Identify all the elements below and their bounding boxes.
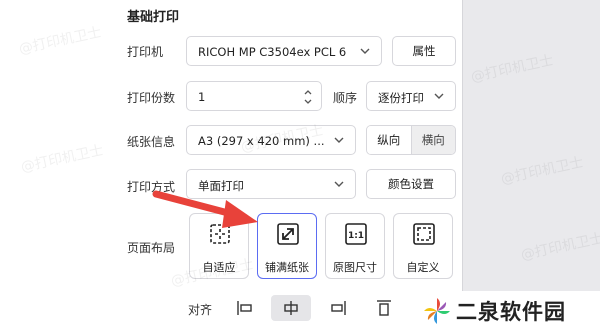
orientation-toggle: 纵向 横向 xyxy=(366,125,456,155)
align-right-button[interactable] xyxy=(318,295,358,321)
paper-value: A3 (297 x 420 mm) ... xyxy=(198,134,325,148)
brand-logo: 二泉软件园 xyxy=(413,291,600,332)
pinwheel-logo-icon xyxy=(424,298,450,324)
order-select[interactable]: 逐份打印 xyxy=(366,81,456,111)
layout-custom-label: 自定义 xyxy=(406,261,440,274)
chevron-down-icon xyxy=(434,93,444,99)
align-top-icon xyxy=(377,300,391,316)
paper-select[interactable]: A3 (297 x 420 mm) ... xyxy=(186,125,356,155)
svg-text:1:1: 1:1 xyxy=(348,231,364,241)
align-top-button[interactable] xyxy=(364,295,404,321)
watermark: @打印机卫士 xyxy=(469,52,555,86)
align-center-icon xyxy=(284,301,298,315)
watermark: @打印机卫士 xyxy=(519,230,600,264)
fill-paper-icon xyxy=(277,223,299,245)
chevron-down-icon xyxy=(334,181,344,187)
panel-divider xyxy=(462,0,463,332)
layout-custom-card[interactable]: 自定义 xyxy=(393,213,453,279)
brand-name: 二泉软件园 xyxy=(456,300,566,324)
layout-fill-paper-card[interactable]: 铺满纸张 xyxy=(257,213,317,279)
align-label: 对齐 xyxy=(188,303,213,317)
copies-input[interactable]: 1 xyxy=(186,81,322,111)
chevron-down-icon xyxy=(360,48,370,54)
copies-label: 打印份数 xyxy=(127,91,176,105)
printer-select[interactable]: RICOH MP C3504ex PCL 6 xyxy=(186,36,382,66)
original-size-icon: 1:1 xyxy=(345,223,367,245)
section-title: 基础打印 xyxy=(127,10,180,25)
printer-label: 打印机 xyxy=(127,45,164,59)
landscape-option[interactable]: 横向 xyxy=(411,126,455,154)
layout-label: 页面布局 xyxy=(127,241,176,255)
red-arrow-icon xyxy=(152,190,258,228)
order-label: 顺序 xyxy=(333,91,358,105)
printer-properties-button[interactable]: 属性 xyxy=(392,36,456,66)
layout-fit-label: 自适应 xyxy=(202,261,236,274)
custom-icon xyxy=(413,223,435,245)
watermark: @打印机卫士 xyxy=(499,154,585,188)
copies-value: 1 xyxy=(198,90,206,104)
portrait-option[interactable]: 纵向 xyxy=(367,126,412,154)
color-settings-button[interactable]: 颜色设置 xyxy=(366,169,456,199)
paper-label: 纸张信息 xyxy=(127,135,176,149)
layout-original-size-label: 原图尺寸 xyxy=(333,261,377,274)
stepper-icon[interactable] xyxy=(303,87,313,107)
align-right-icon xyxy=(331,301,346,315)
align-left-button[interactable] xyxy=(225,295,265,321)
order-value: 逐份打印 xyxy=(378,91,424,105)
align-left-icon xyxy=(237,301,252,315)
layout-original-size-card[interactable]: 1:1 原图尺寸 xyxy=(325,213,385,279)
chevron-down-icon xyxy=(334,137,344,143)
printer-value: RICOH MP C3504ex PCL 6 xyxy=(198,45,347,59)
print-settings-panel: 基础打印 打印机 RICOH MP C3504ex PCL 6 属性 打印份数 … xyxy=(0,0,462,332)
align-center-button[interactable] xyxy=(271,295,311,321)
layout-fill-paper-label: 铺满纸张 xyxy=(265,261,309,274)
